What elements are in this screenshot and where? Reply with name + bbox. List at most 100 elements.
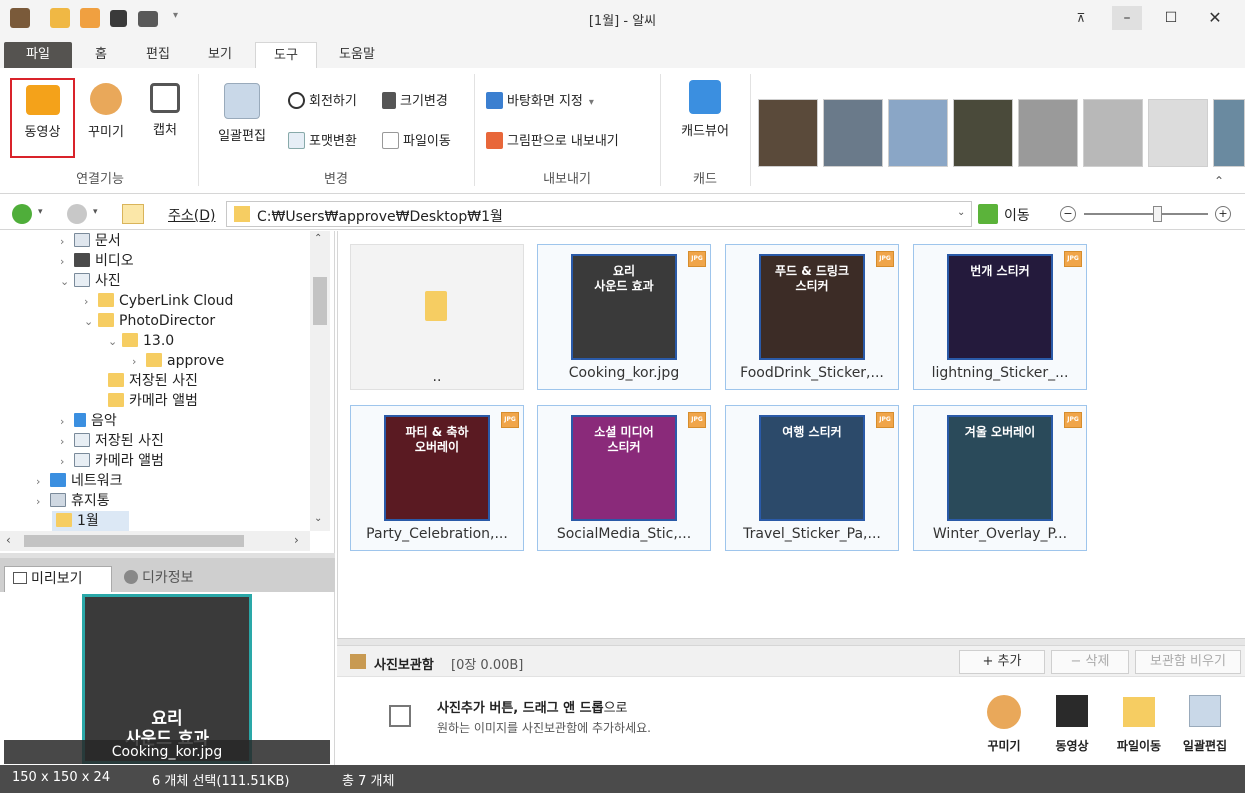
file-item[interactable]: 겨울 오버레이 JPG Winter_Overlay_P... [913,405,1087,551]
tree-node-videos[interactable]: › 비디오 [60,251,134,271]
tab-file[interactable]: 파일 [4,42,72,68]
tree-node-13[interactable]: ⌄ 13.0 [108,331,174,351]
tab-help[interactable]: 도움말 [324,42,390,68]
tree-node-pictures[interactable]: ⌄ 사진 [60,271,121,291]
export-paint-button[interactable]: 그림판으로 내보내기 [486,130,619,149]
storage-move-button[interactable]: 파일이동 [1109,737,1169,754]
parent-folder-item[interactable]: .. [350,244,524,390]
tab-home[interactable]: 홈 [76,42,126,68]
scroll-left-icon[interactable]: ‹ [6,533,11,547]
video-button[interactable]: 동영상 [10,78,75,158]
recent-photo-thumb[interactable] [953,99,1013,167]
maximize-button[interactable]: ☐ [1156,6,1186,30]
storage-decorate-button[interactable]: 꾸미기 [974,737,1034,754]
back-icon[interactable] [12,204,32,224]
tree-node-approve[interactable]: › approve [132,351,224,371]
collapse-icon[interactable]: ⌄ [108,332,122,352]
palette-icon[interactable] [987,695,1021,729]
recent-photo-thumb[interactable] [1213,99,1245,167]
file-item[interactable]: 푸드 & 드링크 스티커 JPG FoodDrink_Sticker,... [725,244,899,390]
tree-node-camera-album-2[interactable]: › 카메라 앨범 [60,451,164,471]
expand-icon[interactable]: › [60,232,74,252]
decorate-button[interactable]: 꾸미기 [80,83,132,140]
recent-photo-thumb[interactable] [823,99,883,167]
panel-splitter[interactable] [337,638,1245,645]
file-item[interactable]: 여행 스티커 JPG Travel_Sticker_Pa,... [725,405,899,551]
scroll-right-icon[interactable]: › [294,533,299,547]
go-button[interactable]: 이동 [1004,205,1030,225]
tree-horizontal-scrollbar[interactable]: ‹ › [0,531,310,551]
tree-node-music[interactable]: › 음악 [60,411,117,431]
video-icon[interactable] [1056,695,1088,727]
tree-node-documents[interactable]: › 문서 [60,231,121,251]
zoom-slider[interactable] [1084,213,1208,215]
tab-preview[interactable]: 미리보기 [4,566,112,592]
recent-photo-thumb[interactable] [1018,99,1078,167]
expand-icon[interactable]: › [132,352,146,372]
tab-view[interactable]: 보기 [192,42,248,68]
batch-edit-icon[interactable] [1189,695,1221,727]
tab-edit[interactable]: 편집 [132,42,184,68]
card-viewer-button[interactable]: 캐드뷰어 [670,80,740,139]
restore-ribbon-button[interactable]: ⊼ [1066,6,1096,30]
recent-photo-thumb[interactable] [1083,99,1143,167]
tree-node-camera-album[interactable]: 카메라 앨범 [98,391,198,411]
scrollbar-thumb[interactable] [313,277,327,325]
path-dropdown-icon[interactable]: ⌄ [957,207,965,218]
recent-photo-thumb[interactable] [758,99,818,167]
tab-tools[interactable]: 도구 [255,42,317,68]
collapse-icon[interactable]: ⌄ [84,312,98,332]
zoom-out-icon[interactable]: − [1060,206,1076,222]
address-field[interactable]: C:₩Users₩approve₩Desktop₩1월 ⌄ [226,201,972,227]
tree-node-recycle-bin[interactable]: › 휴지통 [36,491,110,511]
scroll-down-icon[interactable]: ⌄ [314,513,322,524]
storage-clear-button[interactable]: 보관함 비우기 [1135,650,1241,674]
expand-icon[interactable]: › [36,472,50,492]
file-item[interactable]: 번개 스티커 JPG lightning_Sticker_... [913,244,1087,390]
tab-camera-info[interactable]: 디카정보 [114,566,222,592]
storage-batch-button[interactable]: 일괄편집 [1175,737,1235,754]
file-item[interactable]: 요리 사운드 효과 JPG Cooking_kor.jpg [537,244,711,390]
zoom-slider-thumb[interactable] [1153,206,1162,222]
close-button[interactable]: ✕ [1200,6,1230,30]
file-item[interactable]: 파티 & 축하 오버레이 JPG Party_Celebration,... [350,405,524,551]
storage-video-button[interactable]: 동영상 [1042,737,1102,754]
collapse-icon[interactable]: ⌄ [60,272,74,292]
tree-node-cyberlink[interactable]: › CyberLink Cloud [84,291,233,311]
format-convert-button[interactable]: 포맷변환 [288,130,357,149]
expand-icon[interactable]: › [60,412,74,432]
wallpaper-button[interactable]: 바탕화면 지정 ▾ [486,90,594,109]
expand-icon[interactable]: › [36,492,50,512]
storage-add-button[interactable]: + 추가 [959,650,1045,674]
capture-button[interactable]: 캡처 [140,83,190,138]
expand-icon[interactable]: › [84,292,98,312]
tree-node-network[interactable]: › 네트워크 [36,471,123,491]
up-folder-icon[interactable] [122,204,144,224]
tree-vertical-scrollbar[interactable]: ⌃ ⌄ [310,231,330,531]
tree-node-january[interactable]: 1월 [52,511,129,531]
storage-delete-button[interactable]: − 삭제 [1051,650,1129,674]
forward-dropdown-icon[interactable]: ▾ [93,207,98,217]
minimize-button[interactable]: – [1112,6,1142,30]
recent-photo-thumb[interactable] [888,99,948,167]
resize-button[interactable]: 크기변경 [382,90,448,109]
file-item[interactable]: 소셜 미디어 스티커 JPG SocialMedia_Stic,... [537,405,711,551]
tree-node-saved-photos-2[interactable]: › 저장된 사진 [60,431,164,451]
tree-node-photodirector[interactable]: ⌄ PhotoDirector [84,311,215,331]
batch-edit-button[interactable]: 일괄편집 [208,83,276,144]
expand-icon[interactable]: › [60,452,74,472]
zoom-in-icon[interactable]: + [1215,206,1231,222]
expand-icon[interactable]: › [60,252,74,272]
scrollbar-thumb[interactable] [24,535,244,547]
expand-icon[interactable]: › [60,432,74,452]
back-dropdown-icon[interactable]: ▾ [38,207,43,217]
tree-node-saved-photos[interactable]: 저장된 사진 [98,371,198,391]
file-move-button[interactable]: 파일이동 [382,130,451,149]
collapse-ribbon-icon[interactable]: ⌃ [1214,174,1224,188]
file-move-icon[interactable] [1123,697,1155,727]
recent-photo-thumb[interactable] [1148,99,1208,167]
scroll-up-icon[interactable]: ⌃ [314,233,322,244]
forward-icon[interactable] [67,204,87,224]
go-icon[interactable] [978,204,998,224]
rotate-button[interactable]: 회전하기 [288,90,357,109]
